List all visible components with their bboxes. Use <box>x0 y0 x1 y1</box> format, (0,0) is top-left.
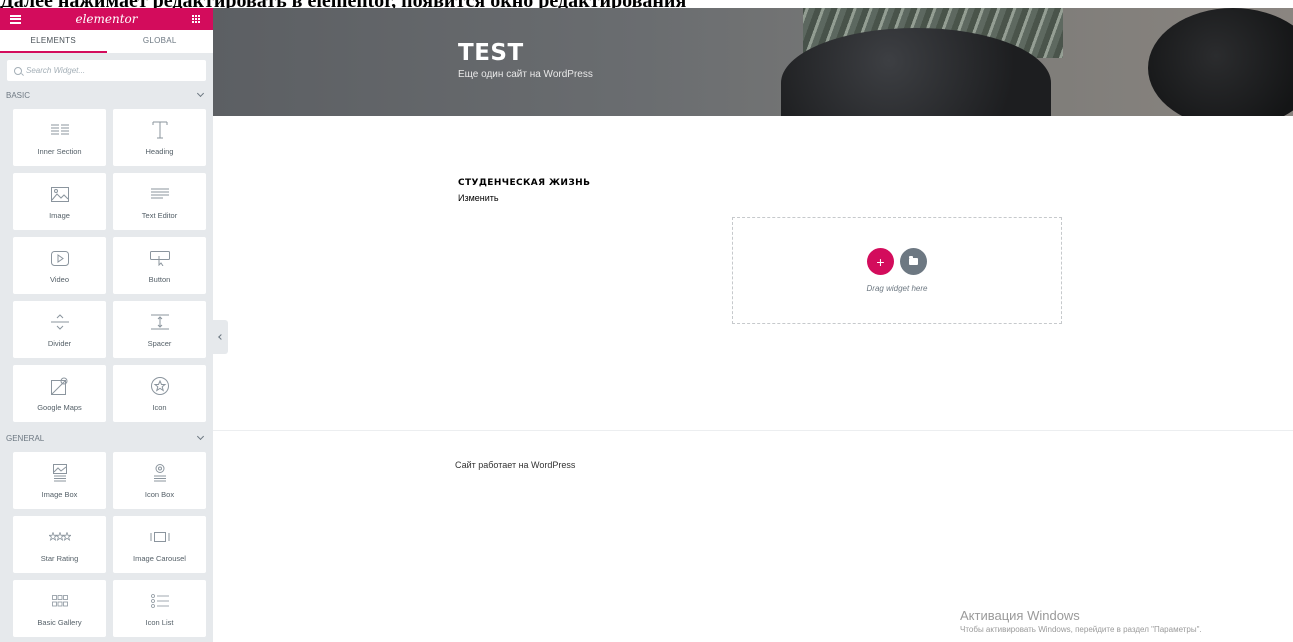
search-box <box>7 60 206 81</box>
footer-text: Сайт работает на WordPress <box>455 460 576 470</box>
search-wrapper <box>0 53 213 85</box>
columns-icon <box>50 119 69 141</box>
widget-image[interactable]: Image <box>13 173 106 230</box>
site-title[interactable]: TEST <box>458 40 524 66</box>
instruction-caption: Далее нажимает редактировать в elementor… <box>0 0 1293 8</box>
activation-subtitle: Чтобы активировать Windows, перейдите в … <box>960 625 1202 634</box>
heading-icon <box>152 119 168 141</box>
widget-image-carousel[interactable]: Image Carousel <box>113 516 206 573</box>
chevron-down-icon <box>196 89 205 98</box>
activation-title: Активация Windows <box>960 608 1080 623</box>
panel-collapse-toggle[interactable] <box>213 320 228 354</box>
tab-global[interactable]: GLOBAL <box>107 30 214 53</box>
widget-label: Divider <box>47 339 72 348</box>
dropzone-actions: + <box>867 248 927 275</box>
elementor-logo: elementor <box>75 12 138 26</box>
widget-label: Button <box>148 275 171 284</box>
site-description: Еще один сайт на WordPress <box>458 69 593 80</box>
widget-label: Heading <box>145 147 174 156</box>
widget-label: Image Box <box>41 490 78 499</box>
widget-dropzone[interactable]: + Drag widget here <box>732 217 1062 324</box>
video-icon <box>50 247 69 269</box>
widget-label: Video <box>49 275 70 284</box>
widget-heading[interactable]: Heading <box>113 109 206 166</box>
category-basic-header[interactable]: BASIC <box>0 85 213 105</box>
widget-label: Image <box>49 211 70 220</box>
spacer-icon <box>150 311 169 333</box>
footer-divider <box>213 430 1293 431</box>
star-circle-icon <box>150 375 169 397</box>
folder-icon <box>909 256 918 265</box>
text-editor-icon <box>150 183 169 205</box>
search-icon <box>14 66 22 75</box>
carousel-icon <box>150 526 170 548</box>
site-header: TEST Еще один сайт на WordPress <box>213 8 1293 116</box>
category-title: GENERAL <box>6 433 45 443</box>
icon-box-icon <box>153 462 167 484</box>
widget-icon[interactable]: Icon <box>113 365 206 422</box>
add-template-button[interactable] <box>900 248 927 275</box>
panel-tabs: ELEMENTS GLOBAL <box>0 30 213 53</box>
general-widgets-grid: Image Box Icon Box Star Rating Image Car… <box>0 448 213 642</box>
widget-label: Spacer <box>147 339 172 348</box>
search-widget-input[interactable] <box>26 66 186 75</box>
star-rating-icon <box>48 526 71 548</box>
chevron-down-icon <box>196 432 205 441</box>
widget-label: Image Carousel <box>133 554 186 563</box>
widget-button[interactable]: Button <box>113 237 206 294</box>
widget-icon-list[interactable]: Icon List <box>113 580 206 637</box>
divider-icon <box>50 311 69 333</box>
widget-google-maps[interactable]: Google Maps <box>13 365 106 422</box>
widget-video[interactable]: Video <box>13 237 106 294</box>
panel-header: elementor <box>0 8 213 30</box>
button-icon <box>149 247 170 269</box>
edit-link[interactable]: Изменить <box>458 193 499 203</box>
page-title: СТУДЕНЧЕСКАЯ ЖИЗНЬ <box>458 178 591 188</box>
widget-label: Star Rating <box>40 554 79 563</box>
category-title: BASIC <box>6 90 31 100</box>
add-section-button[interactable]: + <box>867 248 894 275</box>
chevron-left-icon <box>217 334 224 340</box>
dropzone-text: Drag widget here <box>866 284 928 293</box>
image-icon <box>50 183 69 205</box>
image-box-icon <box>52 462 67 484</box>
widget-image-box[interactable]: Image Box <box>13 452 106 509</box>
tab-elements[interactable]: ELEMENTS <box>0 30 107 53</box>
widget-label: Icon List <box>145 618 174 627</box>
category-general-header[interactable]: GENERAL <box>0 428 213 448</box>
widget-basic-gallery[interactable]: Basic Gallery <box>13 580 106 637</box>
windows-activation-watermark: Активация Windows Чтобы активировать Win… <box>960 608 1202 634</box>
hamburger-menu-icon[interactable] <box>10 14 21 24</box>
widgets-grid-icon[interactable] <box>191 14 201 24</box>
elementor-panel: elementor ELEMENTS GLOBAL BASIC Inner Se… <box>0 8 213 642</box>
widget-label: Icon Box <box>144 490 175 499</box>
widget-text-editor[interactable]: Text Editor <box>113 173 206 230</box>
widget-divider[interactable]: Divider <box>13 301 106 358</box>
widget-star-rating[interactable]: Star Rating <box>13 516 106 573</box>
widget-label: Basic Gallery <box>37 618 82 627</box>
header-image-sphere <box>1148 8 1293 116</box>
widget-label: Inner Section <box>37 147 82 156</box>
gallery-icon <box>51 590 68 612</box>
widget-label: Text Editor <box>141 211 178 220</box>
map-icon <box>50 375 69 397</box>
widget-spacer[interactable]: Spacer <box>113 301 206 358</box>
basic-widgets-grid: Inner Section Heading Image Text Editor … <box>0 105 213 428</box>
widget-label: Google Maps <box>37 403 82 412</box>
list-icon <box>150 590 169 612</box>
widget-label: Icon <box>152 403 167 412</box>
widget-inner-section[interactable]: Inner Section <box>13 109 106 166</box>
widget-icon-box[interactable]: Icon Box <box>113 452 206 509</box>
